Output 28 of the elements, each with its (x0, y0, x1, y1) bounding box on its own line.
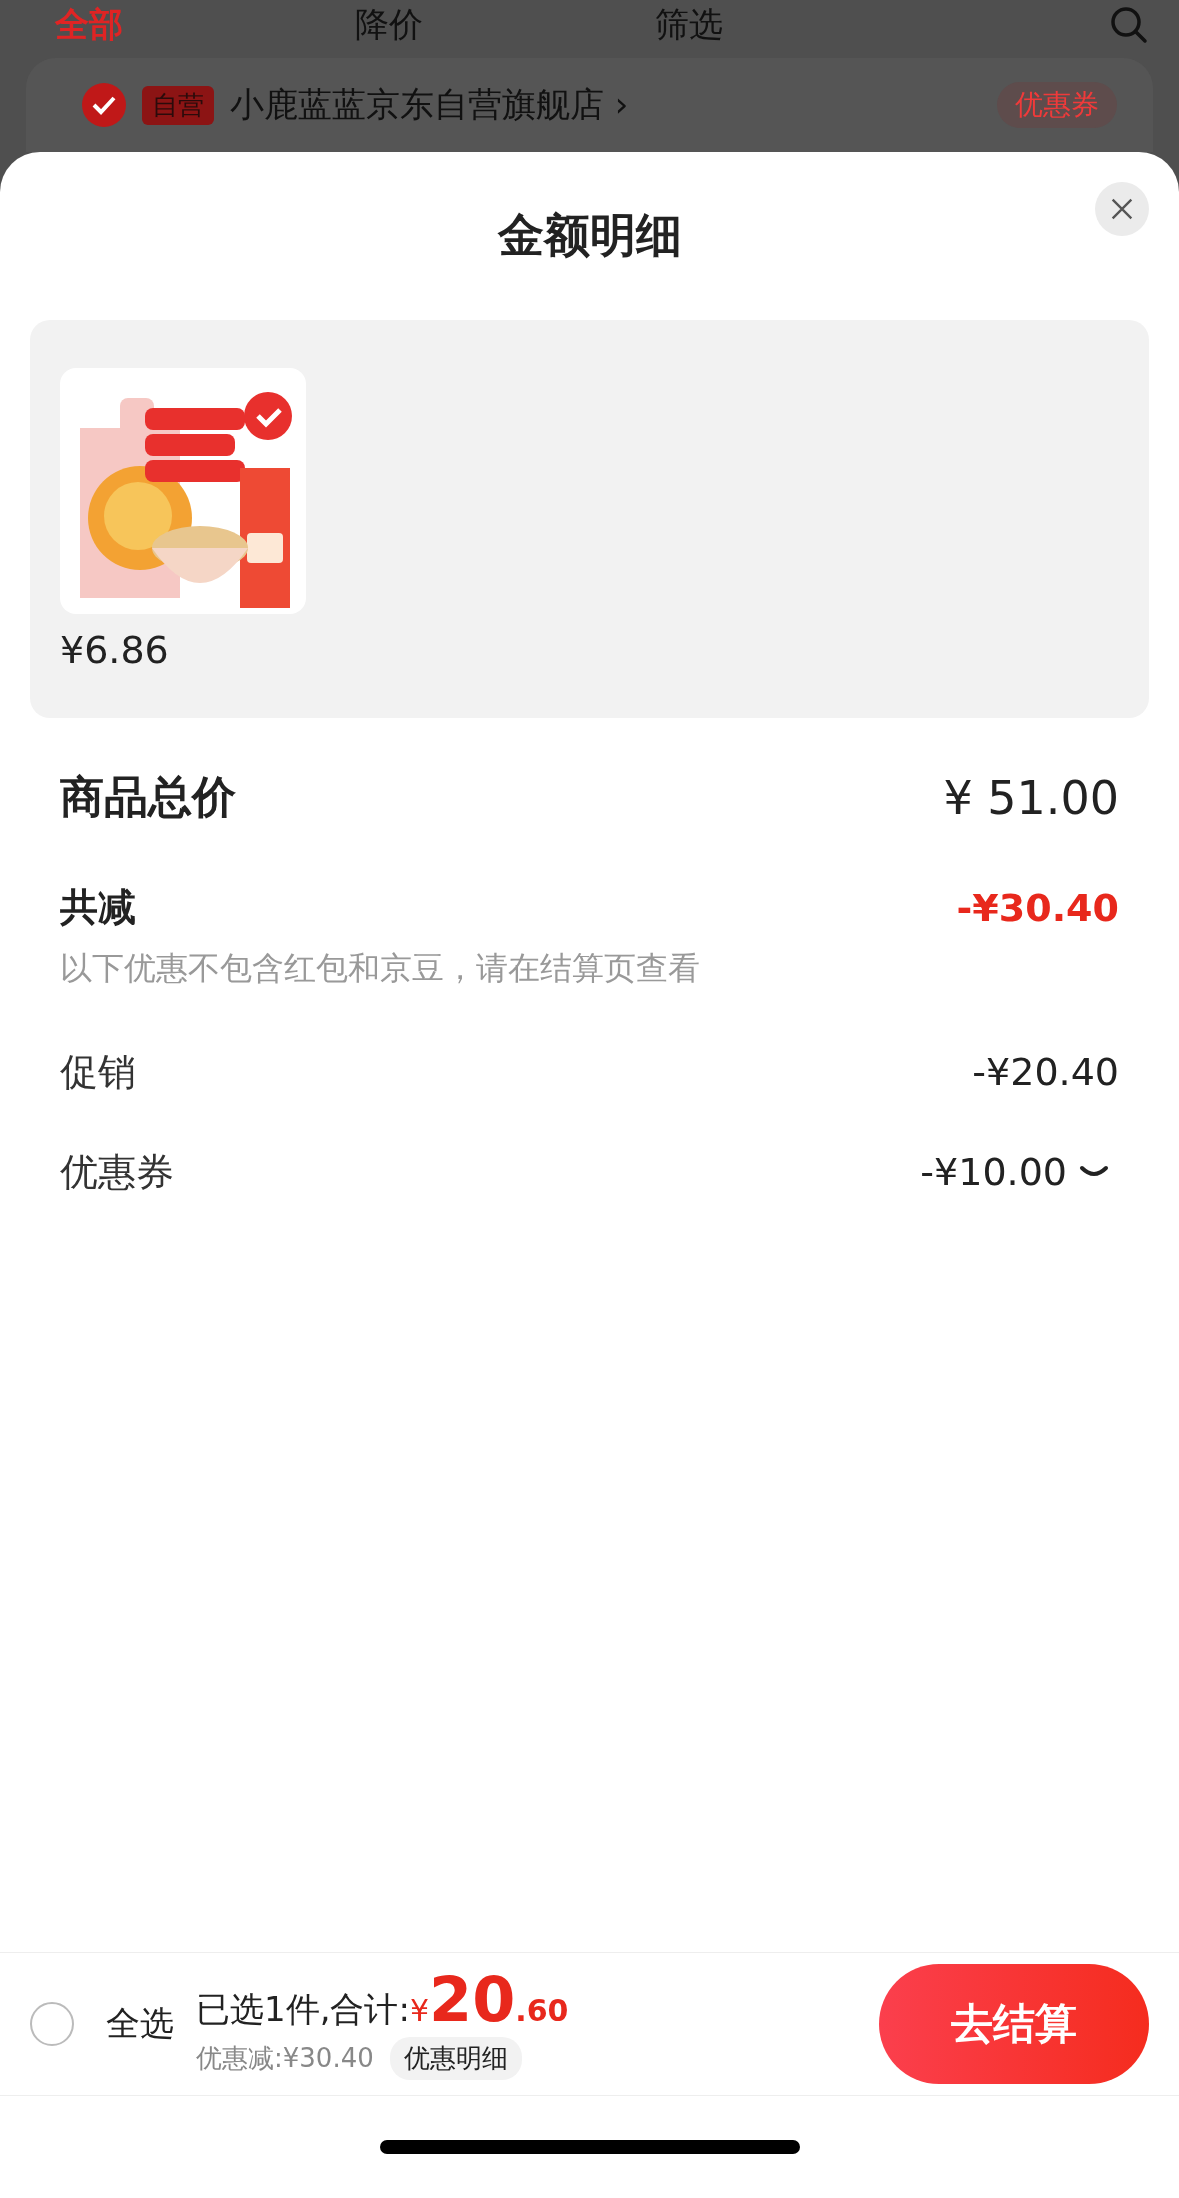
discount-note: 以下优惠不包含红包和京豆，请在结算页查看 (60, 948, 701, 989)
discount-detail-button[interactable]: 优惠明细 (389, 2036, 522, 2080)
product-price: ¥6.86 (60, 628, 169, 672)
row-label: 促销 (60, 1048, 136, 1096)
total-decimals: .60 (515, 1992, 569, 2028)
store-name[interactable]: 小鹿蓝蓝京东自营旗舰店 › (230, 82, 629, 128)
row-label: 优惠券 (60, 1148, 174, 1196)
row-value: -¥30.40 (956, 885, 1119, 930)
select-all-label[interactable]: 全选 (106, 2001, 174, 2047)
close-button[interactable] (1095, 182, 1149, 236)
savings-text: 优惠减:¥30.40 (196, 2041, 374, 2075)
row-value: -¥20.40 (972, 1050, 1119, 1094)
check-circle-icon[interactable] (82, 83, 126, 127)
row-label: 共减 (60, 884, 136, 931)
tab[interactable]: 筛选 (655, 2, 955, 48)
row-label: 商品总价 (60, 770, 236, 824)
self-operated-badge: 自营 (142, 85, 214, 125)
tab[interactable]: 全部 (55, 2, 355, 48)
total-label: 已选1件,合计: (196, 1987, 410, 2031)
tab[interactable]: 降价 (355, 2, 655, 48)
select-all-checkbox[interactable] (30, 2002, 74, 2046)
sheet-title: 金额明细 (497, 207, 682, 264)
checkout-button[interactable]: 去结算 (879, 1964, 1149, 2084)
row-value: -¥10.00 (920, 1150, 1067, 1194)
coupon-button[interactable]: 优惠券 (997, 82, 1117, 128)
row-value: ¥ 51.00 (943, 770, 1119, 825)
currency-sign: ¥ (409, 1992, 429, 2028)
total-amount: 20 (429, 1968, 516, 2031)
